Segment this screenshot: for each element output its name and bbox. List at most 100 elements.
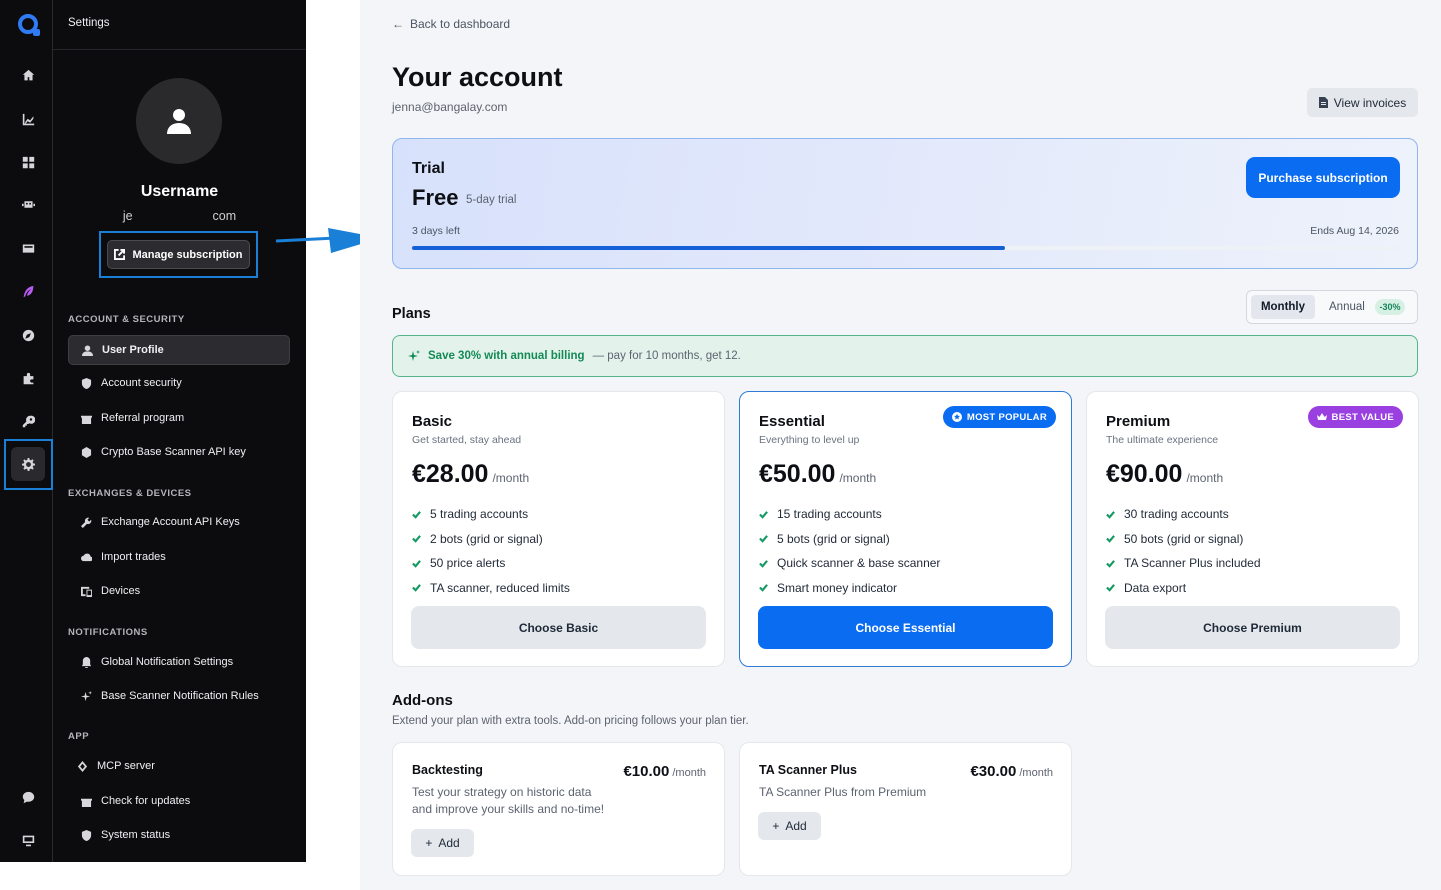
sidebar-item-global-notifications[interactable]: Global Notification Settings (68, 647, 290, 677)
document-icon (1318, 97, 1328, 108)
sidebar-item-check-updates[interactable]: Check for updates (68, 786, 290, 816)
addon-name: TA Scanner Plus (759, 763, 857, 777)
plan-name: Essential (759, 413, 825, 430)
plan-name: Premium (1106, 413, 1171, 430)
plans-title: Plans (392, 306, 431, 322)
gap (306, 0, 360, 890)
addon-card-ta-scanner-plus: TA Scanner Plus €30.00/month TA Scanner … (739, 742, 1072, 876)
panel-title: Settings (53, 0, 306, 50)
plan-price: €28.00/month (412, 460, 530, 488)
purchase-subscription-button[interactable]: Purchase subscription (1246, 157, 1400, 198)
avatar[interactable] (136, 78, 222, 164)
addon-description: Test your strategy on historic data and … (412, 785, 605, 816)
sidebar-item-referral[interactable]: Referral program (68, 403, 290, 433)
gift-icon (81, 796, 92, 807)
key-icon[interactable] (14, 407, 42, 435)
compass-icon[interactable] (14, 321, 42, 349)
plan-price: €50.00/month (759, 460, 877, 488)
sidebar-item-scanner-rules[interactable]: Base Scanner Notification Rules (68, 681, 290, 711)
add-ta-scanner-plus-button[interactable]: + Add (758, 812, 821, 840)
icon-rail (0, 0, 53, 862)
sidebar-item-api-key[interactable]: Crypto Base Scanner API key (68, 437, 290, 467)
plan-subtitle: Everything to level up (759, 434, 860, 446)
trial-plan-sub: 5-day trial (466, 194, 517, 206)
profile-email: je com (122, 209, 237, 223)
settings-panel: Settings Username je com Manage subscript… (53, 0, 306, 862)
plan-card-premium: BEST VALUE Premium The ultimate experien… (1086, 391, 1419, 667)
section-title-exchanges: EXCHANGES & DEVICES (68, 488, 192, 499)
feature-item: Smart money indicator (759, 576, 940, 601)
manage-subscription-button[interactable]: Manage subscription (107, 240, 250, 269)
trial-progress-fill (412, 246, 1005, 250)
devices-icon (81, 586, 92, 597)
grid-icon[interactable] (14, 148, 42, 176)
check-icon (1106, 559, 1115, 568)
plus-icon: + (772, 819, 780, 833)
billing-toggle: Monthly Annual -30% (1246, 290, 1418, 324)
shield-check-icon (81, 829, 92, 841)
back-link[interactable]: ← Back to dashboard (392, 17, 510, 31)
bell-icon (81, 656, 92, 668)
settings-highlight-box (4, 439, 53, 490)
addon-card-backtesting: Backtesting €10.00/month Test your strat… (392, 742, 725, 876)
feather-icon[interactable] (14, 277, 42, 305)
arrow-left-icon: ← (392, 17, 404, 31)
check-icon (412, 535, 421, 544)
wallet-icon[interactable] (14, 234, 42, 262)
wrench-icon (81, 517, 92, 528)
billing-monthly-option[interactable]: Monthly (1251, 295, 1315, 319)
username: Username (140, 183, 219, 200)
chart-icon[interactable] (14, 105, 42, 133)
sparkle-icon (408, 350, 420, 361)
feature-item: Data export (1106, 576, 1261, 601)
manage-subscription-label: Manage subscription (132, 248, 243, 261)
robot-icon[interactable] (14, 190, 42, 218)
add-backtesting-button[interactable]: + Add (411, 829, 474, 857)
annual-savings-banner: Save 30% with annual billing — pay for 1… (392, 335, 1418, 377)
choose-essential-button[interactable]: Choose Essential (758, 606, 1053, 649)
choose-basic-button[interactable]: Choose Basic (411, 606, 706, 649)
sidebar-item-mcp-server[interactable]: MCP server (68, 751, 290, 781)
check-icon (1106, 510, 1115, 519)
sidebar-item-devices[interactable]: Devices (68, 576, 290, 606)
star-icon (951, 412, 962, 422)
trial-plan: Free (412, 185, 459, 210)
home-icon[interactable] (14, 61, 42, 89)
addon-description: TA Scanner Plus from Premium (759, 785, 927, 799)
billing-annual-option[interactable]: Annual (1329, 301, 1365, 313)
plan-features: 5 trading accounts 2 bots (grid or signa… (412, 502, 570, 600)
sidebar-item-account-security[interactable]: Account security (68, 368, 290, 398)
main-content: ← Back to dashboard Your account jenna@b… (360, 0, 1441, 890)
addon-price: €10.00/month (623, 763, 706, 780)
trial-end-date: Ends Aug 14, 2026 (1310, 225, 1399, 237)
sidebar-item-user-profile[interactable]: User Profile (68, 335, 290, 365)
crown-icon (1316, 413, 1327, 420)
section-title-account: ACCOUNT & SECURITY (68, 314, 185, 325)
choose-premium-button[interactable]: Choose Premium (1105, 606, 1400, 649)
view-invoices-button[interactable]: View invoices (1307, 88, 1418, 117)
mcp-icon (77, 760, 88, 772)
plan-subtitle: Get started, stay ahead (412, 434, 522, 446)
feature-item: 50 bots (grid or signal) (1106, 527, 1261, 552)
sidebar-item-import-trades[interactable]: Import trades (68, 542, 290, 572)
chat-icon[interactable] (14, 783, 42, 811)
plan-card-essential: MOST POPULAR Essential Everything to lev… (739, 391, 1072, 667)
feature-item: TA scanner, reduced limits (412, 576, 570, 601)
plus-icon: + (425, 836, 433, 850)
puzzle-icon[interactable] (14, 364, 42, 392)
plan-price: €90.00/month (1106, 460, 1224, 488)
cloud-upload-icon (81, 552, 92, 563)
sidebar-item-system-status[interactable]: System status (68, 820, 290, 850)
plan-card-basic: Basic Get started, stay ahead €28.00/mon… (392, 391, 725, 667)
user-avatar-icon (167, 109, 191, 134)
app-logo-icon[interactable] (18, 14, 40, 36)
plan-subtitle: The ultimate experience (1106, 434, 1219, 446)
addon-name: Backtesting (412, 763, 483, 777)
best-value-badge: BEST VALUE (1307, 406, 1403, 428)
page-title: Your account (392, 62, 563, 92)
sidebar-item-exchange-keys[interactable]: Exchange Account API Keys (68, 507, 290, 537)
addons-subtitle: Extend your plan with extra tools. Add-o… (392, 715, 749, 727)
monitor-icon[interactable] (14, 826, 42, 854)
feature-item: 5 trading accounts (412, 502, 570, 527)
user-icon (82, 344, 93, 356)
